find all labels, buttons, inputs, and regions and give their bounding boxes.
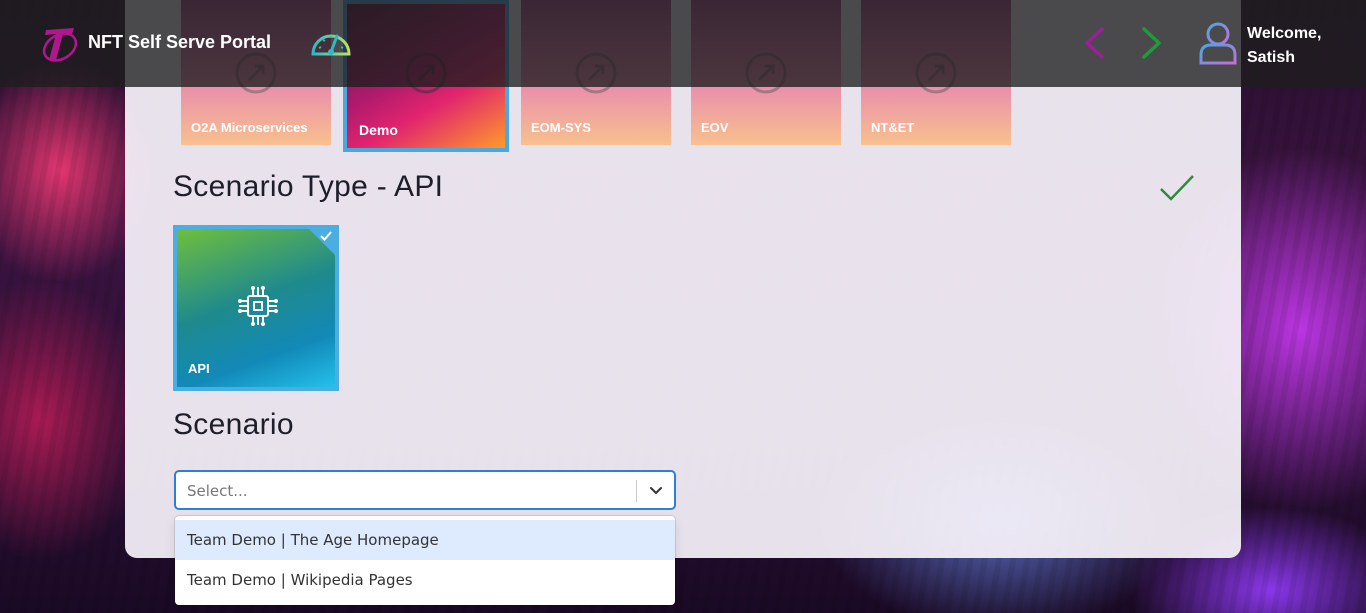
chevron-left-icon[interactable] — [1080, 26, 1108, 60]
telstra-logo-icon[interactable] — [40, 22, 80, 64]
welcome-greeting: Welcome, — [1247, 25, 1322, 42]
scenario-type-title: Scenario Type - API — [173, 170, 444, 203]
project-tile-label: EOM-SYS — [531, 120, 591, 135]
circuit-chip-icon — [238, 286, 278, 326]
scenario-select[interactable]: Select... — [174, 470, 676, 510]
welcome-text: Welcome, Satish — [1247, 22, 1321, 70]
check-icon — [1160, 175, 1194, 201]
dashboard-speedometer-icon[interactable] — [309, 26, 353, 60]
api-card-label: API — [188, 361, 210, 376]
user-avatar-icon[interactable] — [1198, 21, 1238, 65]
project-tile-label: NT&ET — [871, 120, 915, 135]
project-tile-label: O2A Microservices — [191, 120, 308, 135]
scenario-type-api-card[interactable]: API — [173, 225, 339, 391]
scenario-option[interactable]: Team Demo | Wikipedia Pages — [175, 560, 675, 600]
scenario-option[interactable]: Team Demo | The Age Homepage — [175, 520, 675, 560]
app-title: NFT Self Serve Portal — [88, 32, 272, 52]
project-tile-label: EOV — [701, 120, 729, 135]
project-tile-label: Demo — [359, 122, 398, 138]
top-header: NFT Self Serve Portal Welcome, Satish — [0, 0, 1366, 87]
scenario-select-placeholder: Select... — [187, 482, 248, 500]
user-name: Satish — [1247, 49, 1296, 66]
chevron-right-icon[interactable] — [1138, 26, 1166, 60]
scenario-title: Scenario — [173, 408, 294, 441]
chevron-down-icon[interactable] — [648, 482, 664, 498]
select-separator — [636, 480, 637, 502]
scenario-dropdown-menu: Team Demo | The Age Homepage Team Demo |… — [175, 516, 675, 605]
check-icon — [320, 231, 332, 241]
